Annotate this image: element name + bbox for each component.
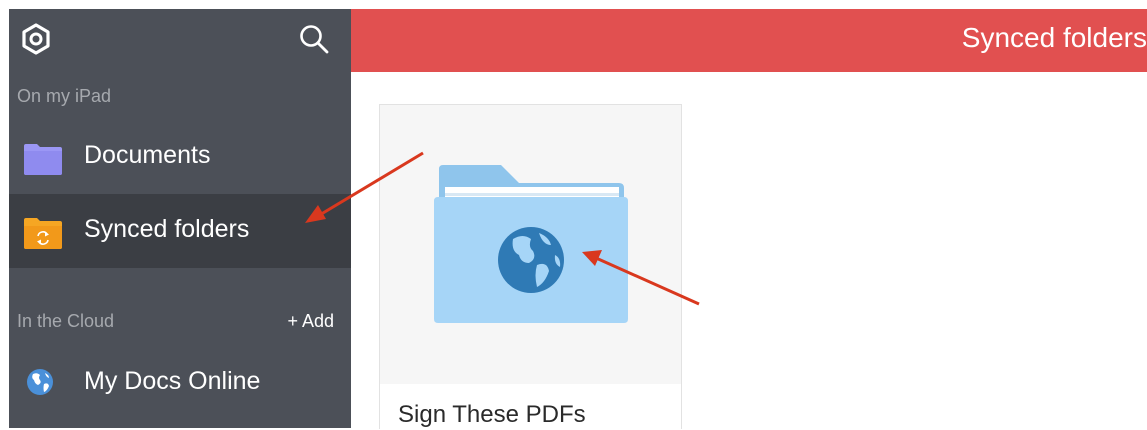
section-label-cloud: In the Cloud <box>17 311 115 331</box>
sidebar-item-label: Synced folders <box>84 215 250 243</box>
app-window: On my iPad Documents Synced folders In t… <box>0 0 1147 430</box>
folder-card[interactable]: Sign These PDFs <box>379 104 682 430</box>
gear-icon[interactable] <box>19 22 53 56</box>
header-bar: Synced folders <box>351 9 1147 72</box>
sidebar: On my iPad Documents Synced folders In t… <box>9 9 351 428</box>
sidebar-item-label: My Docs Online <box>84 367 261 395</box>
folder-icon <box>24 144 62 175</box>
sidebar-toolbar <box>9 9 351 69</box>
section-label-local: On my iPad <box>17 86 112 106</box>
sidebar-item-label: Documents <box>84 141 211 169</box>
sidebar-item-documents[interactable]: Documents <box>9 120 351 194</box>
globe-folder-icon <box>434 165 628 323</box>
folder-name: Sign These PDFs <box>398 401 586 428</box>
globe-icon <box>27 369 53 395</box>
folder-preview <box>380 105 681 384</box>
sidebar-item-my-docs-online[interactable]: My Docs Online <box>9 346 351 420</box>
synced-folder-icon <box>24 218 62 249</box>
main-content: Synced folders Sign These PDFs <box>351 9 1147 430</box>
add-cloud-button[interactable]: + Add <box>287 311 334 332</box>
folder-card-footer: Sign These PDFs <box>380 384 681 430</box>
sidebar-item-synced-folders[interactable]: Synced folders <box>9 194 351 268</box>
page-title: Synced folders <box>961 22 1147 53</box>
search-icon[interactable] <box>297 22 331 56</box>
